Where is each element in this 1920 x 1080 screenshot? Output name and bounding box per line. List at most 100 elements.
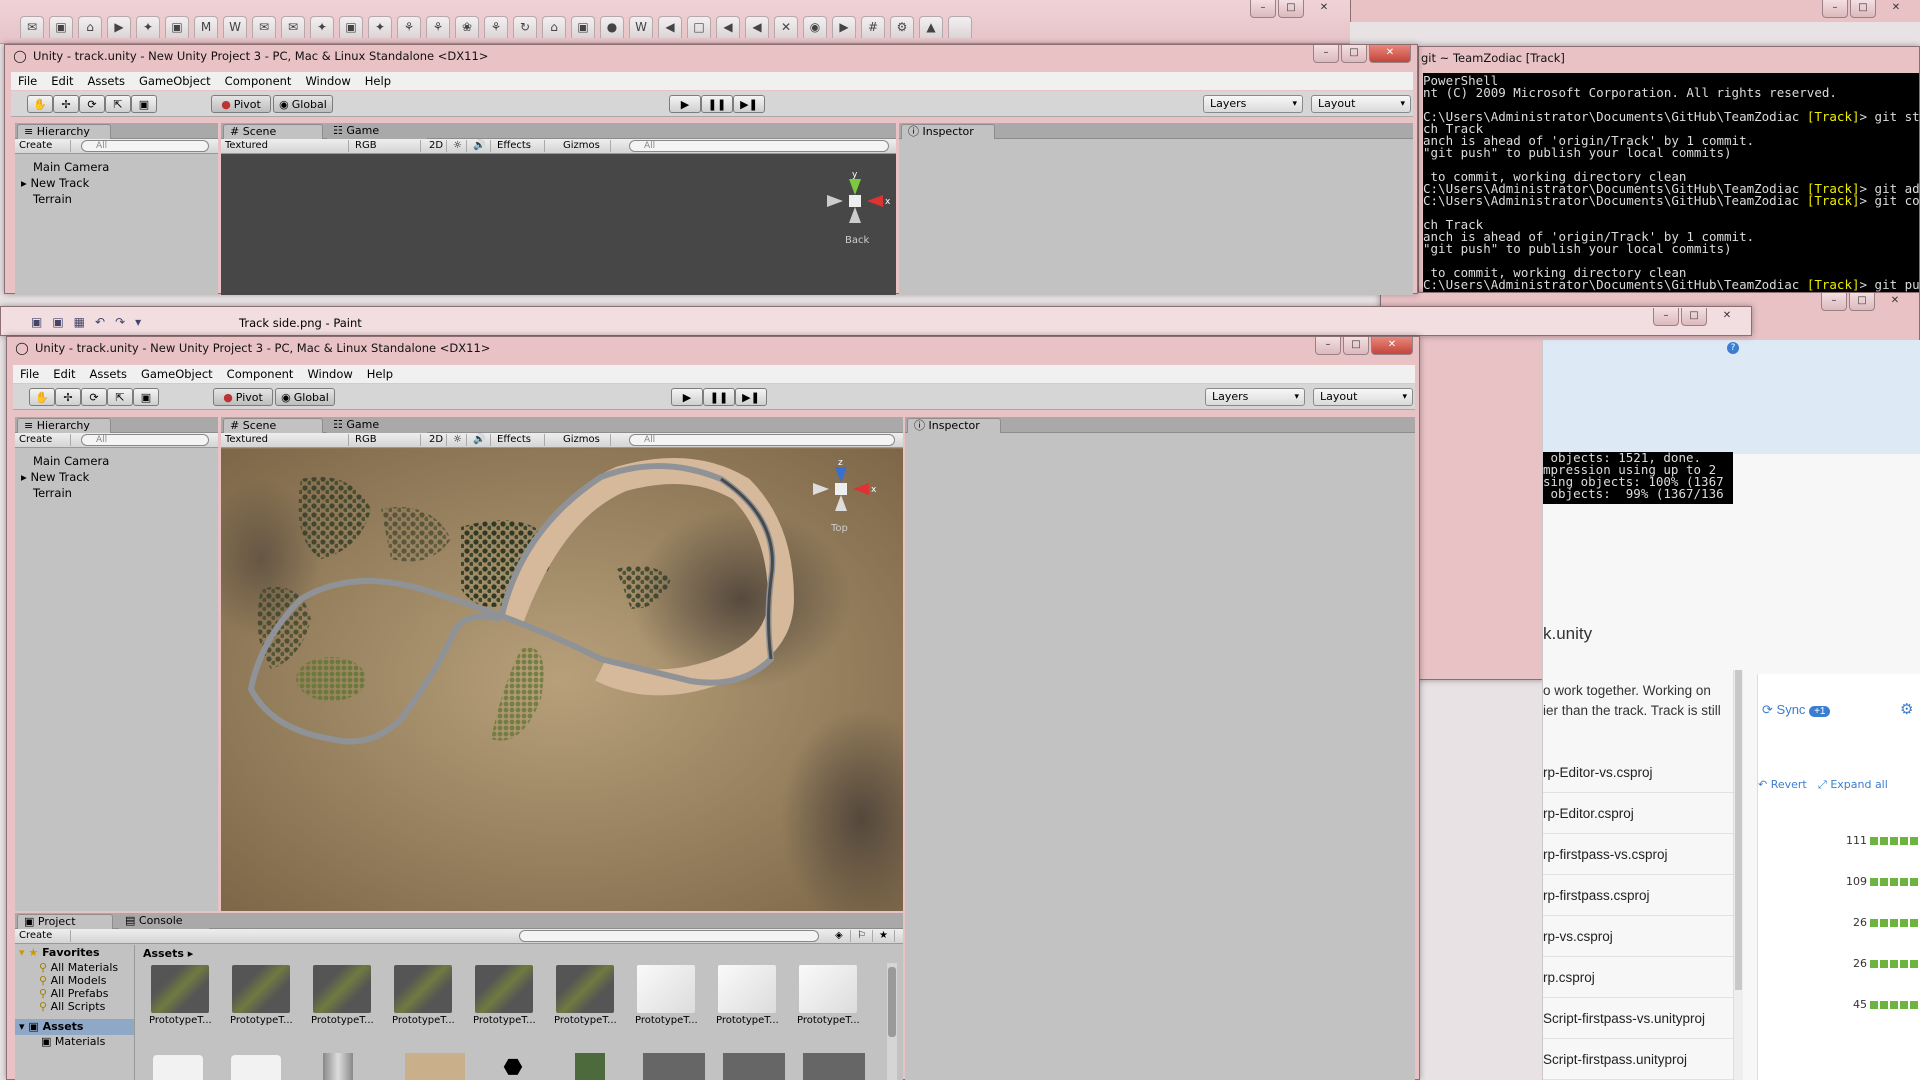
changed-file-row[interactable]: rp-Editor.csproj bbox=[1543, 793, 1733, 834]
changed-file-row[interactable]: Script-firstpass.unityproj bbox=[1543, 1039, 1733, 1080]
browser-tab[interactable]: W bbox=[223, 16, 247, 38]
maximize-button[interactable]: □ bbox=[1278, 0, 1304, 18]
scene-search[interactable]: All bbox=[629, 434, 895, 446]
render-dropdown[interactable]: RGB bbox=[351, 140, 421, 152]
changed-file-row[interactable]: rp-firstpass.csproj bbox=[1543, 875, 1733, 916]
browser-tab[interactable]: ◀ bbox=[658, 16, 682, 38]
browser-tab[interactable]: ⚘ bbox=[426, 16, 450, 38]
menu-item-file[interactable]: File bbox=[11, 74, 44, 88]
menu-item-assets[interactable]: Assets bbox=[83, 367, 134, 381]
move-tool-button[interactable]: ✢ bbox=[53, 95, 79, 113]
favorite-item[interactable]: ⚲ All Materials bbox=[15, 961, 134, 974]
browser-tab[interactable]: ⚘ bbox=[397, 16, 421, 38]
gizmo-center[interactable] bbox=[849, 195, 861, 207]
browser-tab[interactable]: □ bbox=[687, 16, 711, 38]
hierarchy-item[interactable]: Terrain bbox=[21, 191, 109, 207]
assets-folder[interactable]: ▾ ▣ Assets bbox=[15, 1019, 134, 1035]
tab-scene[interactable]: # Scene bbox=[223, 124, 323, 139]
maximize-button[interactable]: □ bbox=[1341, 45, 1367, 63]
scene-gizmo[interactable]: z x Top bbox=[807, 459, 877, 539]
render-dropdown[interactable]: RGB bbox=[351, 434, 421, 446]
browser-tab[interactable]: ⌂ bbox=[78, 16, 102, 38]
browser-tab[interactable]: ✦ bbox=[368, 16, 392, 38]
close-button[interactable]: ✕ bbox=[1709, 308, 1745, 326]
menu-item-component[interactable]: Component bbox=[220, 367, 301, 381]
asset-item[interactable]: PrototypeT... bbox=[392, 965, 455, 1035]
minimize-button[interactable]: – bbox=[1821, 293, 1847, 311]
help-icon[interactable]: ? bbox=[1727, 342, 1739, 354]
tab-game[interactable]: ☷ Game bbox=[327, 418, 427, 433]
scroll-thumb[interactable] bbox=[1735, 670, 1742, 990]
terminal-output[interactable]: PowerShell nt (C) 2009 Microsoft Corporat… bbox=[1423, 73, 1919, 295]
pivot-toggle[interactable]: ● Pivot bbox=[213, 388, 273, 406]
hierarchy-item[interactable]: ▸ New Track bbox=[21, 175, 109, 191]
move-tool-button[interactable]: ✢ bbox=[55, 388, 81, 406]
browser-tab[interactable]: ✉ bbox=[252, 16, 276, 38]
project-search[interactable] bbox=[519, 930, 819, 942]
menu-item-gameobject[interactable]: GameObject bbox=[134, 367, 220, 381]
favorite-item[interactable]: ⚲ All Prefabs bbox=[15, 987, 134, 1000]
gizmo-neg-y[interactable] bbox=[849, 207, 861, 223]
tab-inspector[interactable]: ⓘ Inspector bbox=[901, 124, 995, 139]
close-button[interactable]: ✕ bbox=[1369, 45, 1411, 63]
browser-tab[interactable]: ▣ bbox=[571, 16, 595, 38]
create-dropdown[interactable]: Create bbox=[15, 434, 71, 446]
maximize-button[interactable]: □ bbox=[1681, 308, 1707, 326]
sync-button[interactable]: ⟳ Sync +1 bbox=[1762, 702, 1831, 718]
effects-dropdown[interactable]: Effects bbox=[493, 140, 545, 152]
shading-dropdown[interactable]: Textured bbox=[221, 140, 349, 152]
tab-inspector[interactable]: ⓘ Inspector bbox=[907, 418, 1001, 433]
gizmo-z-axis[interactable] bbox=[835, 467, 847, 483]
play-button[interactable]: ▶ bbox=[671, 388, 703, 406]
browser-tab[interactable]: ⚙ bbox=[890, 16, 914, 38]
minimize-button[interactable]: – bbox=[1653, 308, 1679, 326]
tab-hierarchy[interactable]: ≡ Hierarchy bbox=[17, 124, 111, 139]
asset-item[interactable]: PrototypeT... bbox=[635, 965, 698, 1035]
rotate-tool-button[interactable]: ⟳ bbox=[79, 95, 105, 113]
pivot-toggle[interactable]: ● Pivot bbox=[211, 95, 271, 113]
changed-file-row[interactable]: rp.csproj bbox=[1543, 957, 1733, 998]
close-button[interactable]: ✕ bbox=[1306, 0, 1342, 18]
gizmo-x-axis[interactable] bbox=[867, 195, 883, 207]
layout-dropdown[interactable]: Layout bbox=[1311, 95, 1411, 113]
menu-item-gameobject[interactable]: GameObject bbox=[132, 74, 218, 88]
cube-asset-thumb[interactable] bbox=[231, 1055, 281, 1080]
github-scrollbar[interactable] bbox=[1733, 670, 1743, 1080]
gizmo-neg-x[interactable] bbox=[813, 483, 829, 495]
gizmos-dropdown[interactable]: Gizmos bbox=[559, 434, 611, 446]
minimize-button[interactable]: – bbox=[1315, 337, 1341, 355]
changed-file-row[interactable]: rp-Editor-vs.csproj bbox=[1543, 752, 1733, 793]
lighting-icon[interactable]: ☼ bbox=[449, 140, 467, 152]
favorite-item[interactable]: ⚲ All Models bbox=[15, 974, 134, 987]
shading-dropdown[interactable]: Textured bbox=[221, 434, 349, 446]
browser-tab[interactable]: ▶ bbox=[107, 16, 131, 38]
close-button[interactable]: ✕ bbox=[1877, 293, 1913, 311]
texture-asset-thumb[interactable] bbox=[405, 1053, 465, 1080]
browser-tab[interactable]: ▣ bbox=[339, 16, 363, 38]
asset-item[interactable]: PrototypeT... bbox=[149, 965, 212, 1035]
browser-tab[interactable]: ✕ bbox=[774, 16, 798, 38]
browser-tab[interactable]: ▣ bbox=[49, 16, 73, 38]
browser-tab[interactable]: ● bbox=[600, 16, 624, 38]
layers-dropdown[interactable]: Layers bbox=[1203, 95, 1303, 113]
minimize-button[interactable]: – bbox=[1313, 45, 1339, 63]
menu-item-edit[interactable]: Edit bbox=[46, 367, 82, 381]
audio-icon[interactable]: 🔊 bbox=[469, 140, 491, 152]
global-toggle[interactable]: ◉ Global bbox=[273, 95, 333, 113]
model-asset-thumb[interactable]: ⬣ bbox=[483, 1053, 543, 1080]
lighting-icon[interactable]: ☼ bbox=[449, 434, 467, 446]
rect-tool-button[interactable]: ▣ bbox=[131, 95, 157, 113]
browser-tab[interactable]: ▶ bbox=[832, 16, 856, 38]
changed-file-row[interactable]: Script-firstpass-vs.unityproj bbox=[1543, 998, 1733, 1039]
maximize-button[interactable]: □ bbox=[1849, 293, 1875, 311]
close-button[interactable]: ✕ bbox=[1878, 0, 1914, 18]
tab-console[interactable]: ▤ Console bbox=[119, 914, 209, 929]
menu-item-assets[interactable]: Assets bbox=[81, 74, 132, 88]
scene-view-terrain[interactable] bbox=[221, 449, 903, 911]
tab-hierarchy[interactable]: ≡ Hierarchy bbox=[17, 418, 111, 433]
browser-tab[interactable]: M bbox=[194, 16, 218, 38]
browser-tab[interactable]: ↻ bbox=[513, 16, 537, 38]
filter-type-icon[interactable]: ◈ bbox=[831, 930, 851, 942]
expand-all-button[interactable]: ⤢ Expand all bbox=[1818, 778, 1888, 792]
asset-item[interactable]: PrototypeT... bbox=[797, 965, 860, 1035]
